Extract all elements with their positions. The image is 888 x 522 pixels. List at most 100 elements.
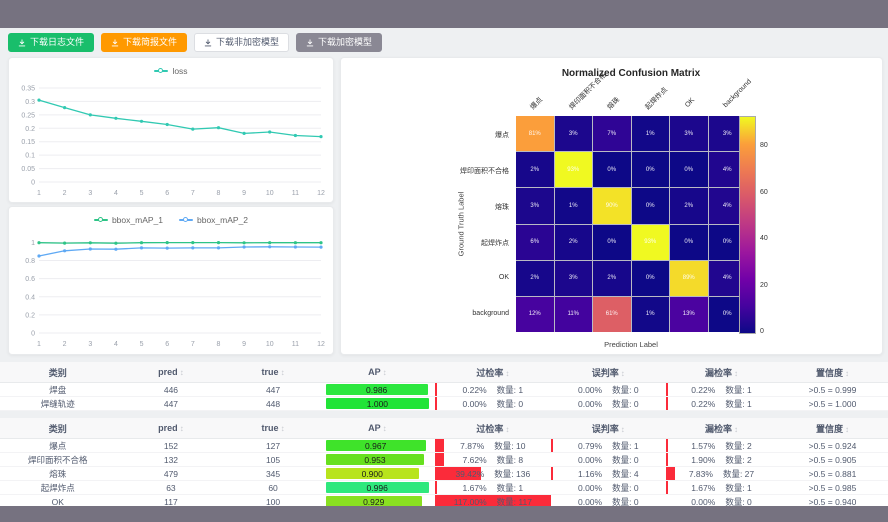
sort-icon[interactable]: ↕ [734,369,738,378]
rate-quantity: 数量: 136 [494,468,530,480]
map-chart-card: bbox_mAP_1bbox_mAP_2 00.20.40.60.8112345… [8,206,334,355]
rate-bar [666,467,675,480]
column-header[interactable]: 误判率↕ [551,418,666,439]
column-header[interactable]: 过检率↕ [435,362,550,383]
column-header[interactable]: pred↕ [115,362,226,383]
column-header[interactable]: AP↕ [320,362,435,383]
sort-icon[interactable]: ↕ [621,425,625,434]
svg-text:4: 4 [114,341,118,348]
legend-label: bbox_mAP_1 [112,215,163,225]
column-header[interactable]: 过检率↕ [435,418,550,439]
rate-quantity: 数量: 1 [497,482,523,494]
column-header[interactable]: 置信度↕ [777,418,888,439]
heatmap-cell: 0% [593,225,631,260]
legend-item-bbox_mAP_1[interactable]: bbox_mAP_1 [94,215,163,225]
svg-text:0.15: 0.15 [21,139,35,146]
row-label: background [341,310,509,317]
table-row: 起焊炸点63600.9961.67%数量: 10.00%数量: 01.67%数量… [0,481,888,495]
column-header[interactable]: true↕ [226,418,319,439]
cell-miss-rate: 0.22%数量: 1 [666,397,777,411]
cell-misjudge-rate: 0.79%数量: 1 [551,439,666,453]
rate-bar [551,439,553,452]
rate-value: 1.16% [578,469,602,479]
heatmap-cell: 0% [670,225,708,260]
sort-icon[interactable]: ↕ [383,368,387,377]
table-row: 熔珠4793450.90039.42%数量: 1361.16%数量: 47.83… [0,467,888,481]
heatmap-cell: 13% [670,297,708,332]
svg-text:1: 1 [37,341,41,348]
legend-item-bbox_mAP_2[interactable]: bbox_mAP_2 [179,215,248,225]
download-button-orange[interactable]: 下载简报文件 [101,33,187,52]
column-header[interactable]: pred↕ [115,418,226,439]
column-header[interactable]: 置信度↕ [777,362,888,383]
rate-value: 1.57% [691,441,715,451]
rate-value: 1.67% [463,483,487,493]
sort-icon[interactable]: ↕ [281,424,285,433]
rate-bar [666,383,668,396]
heatmap-cell: 0% [632,152,670,187]
sort-icon[interactable]: ↕ [505,369,509,378]
heatmap-cell: 1% [632,116,670,151]
svg-text:3: 3 [88,190,92,197]
sort-icon[interactable]: ↕ [845,425,849,434]
heatmap-cell: 1% [555,188,593,223]
download-button-white[interactable]: 下载非加密模型 [194,33,289,52]
column-header[interactable]: 漏检率↕ [666,362,777,383]
sort-icon[interactable]: ↕ [281,368,285,377]
sort-icon[interactable]: ↕ [505,425,509,434]
svg-text:12: 12 [317,341,325,348]
sort-icon[interactable]: ↕ [734,425,738,434]
cell-category: 熔珠 [0,467,115,481]
sort-icon[interactable]: ↕ [383,424,387,433]
sort-icon[interactable]: ↕ [845,369,849,378]
cell-confidence: >0.5 = 0.924 [777,439,888,453]
heatmap-cell: 93% [555,152,593,187]
sort-icon[interactable]: ↕ [180,424,184,433]
column-header[interactable]: 漏检率↕ [666,418,777,439]
download-icon [111,39,119,47]
row-label: OK [341,274,509,281]
cell-over-rate: 7.62%数量: 8 [435,453,550,467]
column-label: 起焊炸点 [643,85,670,112]
heatmap-cell: 2% [593,261,631,296]
button-label: 下载日志文件 [30,38,84,47]
svg-text:9: 9 [242,341,246,348]
column-label: 熔珠 [605,95,622,112]
cell-over-rate: 39.42%数量: 136 [435,467,550,481]
rate-value: 0.22% [691,385,715,395]
legend-marker [94,219,108,221]
rate-bar [666,397,668,410]
column-header[interactable]: AP↕ [320,418,435,439]
svg-text:9: 9 [242,190,246,197]
rate-value: 0.00% [463,399,487,409]
ap-bar: 0.996 [326,482,429,493]
cell-pred: 152 [115,439,226,453]
heatmap-cell: 3% [555,261,593,296]
sort-icon[interactable]: ↕ [180,368,184,377]
cell-confidence: >0.5 = 0.999 [777,383,888,397]
download-button-green[interactable]: 下载日志文件 [8,33,94,52]
cell-miss-rate: 1.57%数量: 2 [666,439,777,453]
rate-value: 1.67% [691,483,715,493]
rate-value: 7.83% [689,469,713,479]
rate-value: 1.90% [691,455,715,465]
cell-miss-rate: 1.90%数量: 2 [666,453,777,467]
heatmap-cell: 6% [516,225,554,260]
column-header[interactable]: true↕ [226,362,319,383]
window-top-frame [0,0,888,28]
column-header[interactable]: 误判率↕ [551,362,666,383]
download-button-gray[interactable]: 下载加密模型 [296,33,382,52]
svg-text:12: 12 [317,190,325,197]
legend-item-loss[interactable]: loss [154,66,187,76]
rate-quantity: 数量: 1 [725,482,751,494]
download-icon [204,39,212,47]
svg-text:11: 11 [292,341,299,348]
cell-ap: 1.000 [320,397,435,411]
colorbar-tick: 20 [760,282,768,289]
sort-icon[interactable]: ↕ [621,369,625,378]
cell-over-rate: 7.87%数量: 10 [435,439,550,453]
ap-bar: 0.967 [326,440,426,451]
ap-bar: 0.900 [326,468,419,479]
rate-bar [666,453,668,466]
colorbar-tick: 0 [760,328,764,335]
